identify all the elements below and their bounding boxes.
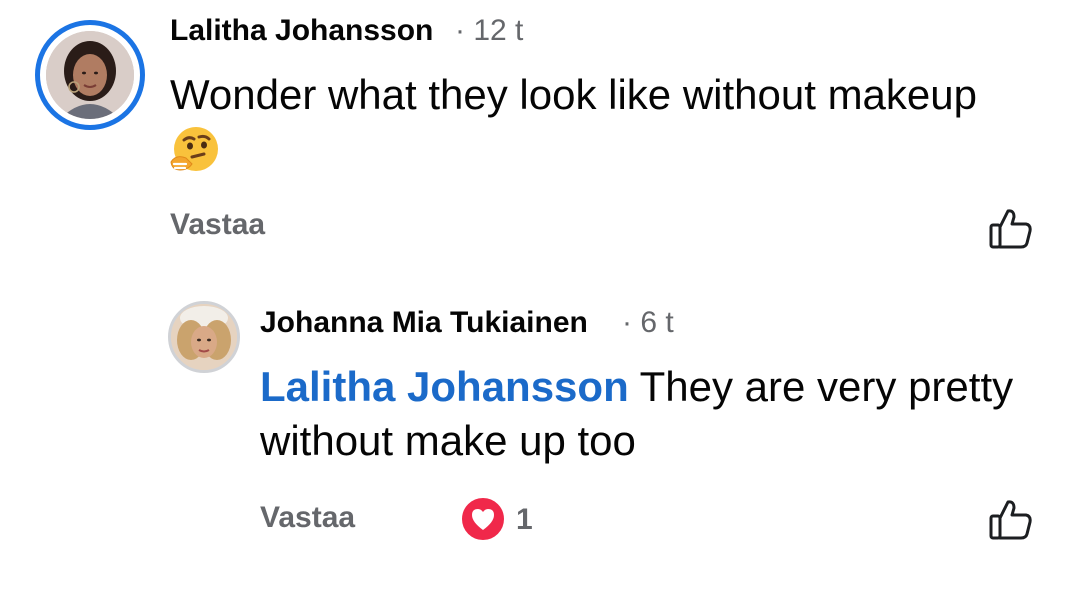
heart-reaction-icon[interactable] (459, 495, 507, 543)
avatar-photo (46, 31, 134, 119)
reply-button[interactable]: Vastaa (170, 208, 265, 242)
thinking-face-icon (168, 124, 222, 178)
thumbs-up-icon[interactable] (988, 496, 1034, 542)
comment-text: Wonder what they look like without makeu… (170, 71, 977, 118)
reply-timestamp: · 6 t (622, 306, 674, 339)
avatar-lalitha[interactable] (35, 20, 145, 130)
thumbs-up-icon[interactable] (988, 205, 1034, 251)
mention-link[interactable]: Lalitha Johansson (260, 363, 629, 410)
reaction-count[interactable]: 1 (516, 503, 533, 537)
avatar-johanna[interactable] (168, 301, 240, 373)
comment-timestamp: · 12 t (455, 14, 524, 47)
reply-button[interactable]: Vastaa (260, 501, 355, 535)
comment-author[interactable]: Lalitha Johansson (170, 14, 433, 48)
reply-text-block: Lalitha Johansson They are very pretty w… (260, 360, 1060, 468)
reply-author[interactable]: Johanna Mia Tukiainen (260, 306, 588, 340)
